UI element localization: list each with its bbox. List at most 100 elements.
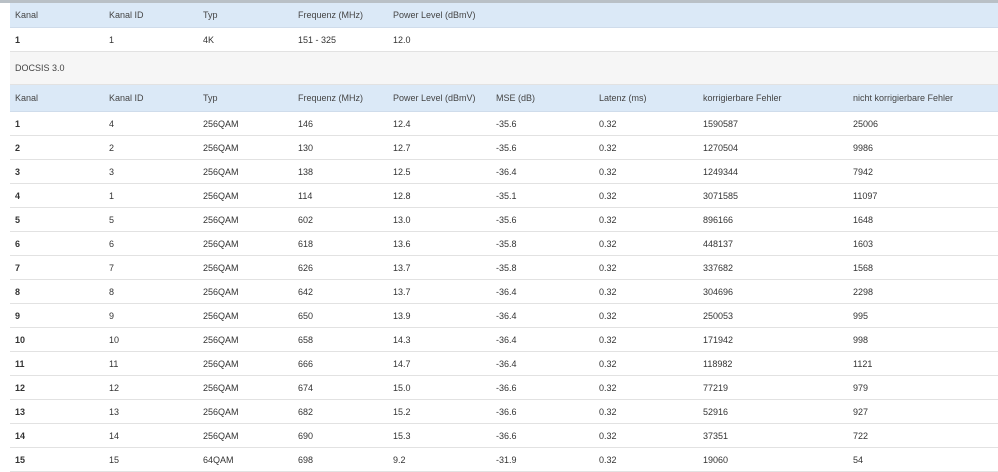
- column-header: Power Level (dBmV): [388, 85, 491, 112]
- table-cell: 256QAM: [198, 327, 293, 352]
- column-header: Frequenz (MHz): [293, 3, 388, 28]
- table-row: 5 5 256QAM 602 13.0 -35.6 0.32 896166 1648: [10, 207, 998, 232]
- table-cell: 12: [104, 375, 198, 400]
- table-cell: 138: [293, 159, 388, 184]
- table-cell: 304696: [698, 279, 848, 304]
- table-cell: 1: [104, 27, 198, 52]
- column-header: Frequenz (MHz): [293, 85, 388, 112]
- table-cell: 13.7: [388, 255, 491, 280]
- table-cell: 256QAM: [198, 351, 293, 376]
- table-cell: -35.6: [491, 111, 594, 136]
- table-cell: 9.2: [388, 447, 491, 472]
- table-cell: 256QAM: [198, 231, 293, 256]
- table-cell: 12.4: [388, 111, 491, 136]
- table-cell: 10: [10, 327, 104, 352]
- table-cell: 256QAM: [198, 399, 293, 424]
- column-header: Typ: [198, 3, 293, 28]
- table-cell: 448137: [698, 231, 848, 256]
- table-row: 8 8 256QAM 642 13.7 -36.4 0.32 304696 2298: [10, 279, 998, 304]
- table-row: 4 1 256QAM 114 12.8 -35.1 0.32 3071585 11097: [10, 183, 998, 208]
- table-cell: 998: [848, 327, 998, 352]
- docsis-section-header: DOCSIS 3.0: [10, 52, 998, 85]
- table-cell: 4K: [198, 27, 293, 52]
- table-cell: 1: [104, 183, 198, 208]
- table-cell: 602: [293, 207, 388, 232]
- table-cell: 171942: [698, 327, 848, 352]
- table-cell: 690: [293, 423, 388, 448]
- table-cell: 256QAM: [198, 375, 293, 400]
- table-cell: 7: [10, 255, 104, 280]
- table-cell: 146: [293, 111, 388, 136]
- table-cell: 77219: [698, 375, 848, 400]
- table-cell: 256QAM: [198, 207, 293, 232]
- table-cell: 12.0: [388, 27, 998, 52]
- table-cell: 658: [293, 327, 388, 352]
- table-cell: 6: [10, 231, 104, 256]
- table-cell: 0.32: [594, 423, 698, 448]
- table-cell: 1270504: [698, 135, 848, 160]
- column-header: MSE (dB): [491, 85, 594, 112]
- table-cell: 3: [104, 159, 198, 184]
- table-cell: 118982: [698, 351, 848, 376]
- table-cell: 11: [10, 351, 104, 376]
- table-row: 9 9 256QAM 650 13.9 -36.4 0.32 250053 995: [10, 303, 998, 328]
- table-cell: 9986: [848, 135, 998, 160]
- table-cell: 12: [10, 375, 104, 400]
- table-cell: 2: [104, 135, 198, 160]
- table-row: 1 4 256QAM 146 12.4 -35.6 0.32 1590587 25006: [10, 111, 998, 136]
- table-cell: 1648: [848, 207, 998, 232]
- table-cell: 642: [293, 279, 388, 304]
- table-cell: -35.8: [491, 255, 594, 280]
- table-cell: 10: [104, 327, 198, 352]
- table-cell: 1: [10, 111, 104, 136]
- table-row: 1 1 4K 151 - 325 12.0: [10, 27, 998, 52]
- table-cell: 927: [848, 399, 998, 424]
- table-cell: -36.4: [491, 351, 594, 376]
- table-cell: 13: [104, 399, 198, 424]
- table-row: 14 14 256QAM 690 15.3 -36.6 0.32 37351 722: [10, 423, 998, 448]
- table-cell: -35.1: [491, 183, 594, 208]
- table-cell: 0.32: [594, 447, 698, 472]
- table-cell: 0.32: [594, 375, 698, 400]
- table-cell: 650: [293, 303, 388, 328]
- table-cell: -36.4: [491, 303, 594, 328]
- table-cell: 1568: [848, 255, 998, 280]
- table-cell: 250053: [698, 303, 848, 328]
- upstream-table: Kanal Kanal ID Typ Frequenz (MHz) Power Leve…: [10, 3, 998, 52]
- table-cell: 0.32: [594, 327, 698, 352]
- table-cell: 0.32: [594, 135, 698, 160]
- table-cell: 14: [104, 423, 198, 448]
- table-row: 15 15 64QAM 698 9.2 -31.9 0.32 19060 54: [10, 447, 998, 472]
- table-cell: 9: [104, 303, 198, 328]
- table-cell: 9: [10, 303, 104, 328]
- table-cell: 13.7: [388, 279, 491, 304]
- table-cell: 15: [10, 447, 104, 472]
- column-header: Kanal: [10, 3, 104, 28]
- table-cell: 2298: [848, 279, 998, 304]
- table-row: 10 10 256QAM 658 14.3 -36.4 0.32 171942 998: [10, 327, 998, 352]
- table-cell: 0.32: [594, 303, 698, 328]
- table-cell: 256QAM: [198, 279, 293, 304]
- table-cell: 11097: [848, 183, 998, 208]
- docsis-table: Kanal Kanal ID Typ Frequenz (MHz) Power Leve…: [10, 85, 998, 472]
- column-header: Latenz (ms): [594, 85, 698, 112]
- table-cell: 995: [848, 303, 998, 328]
- table-cell: 14.3: [388, 327, 491, 352]
- table-cell: 0.32: [594, 351, 698, 376]
- table-cell: 13.0: [388, 207, 491, 232]
- table-cell: 4: [10, 183, 104, 208]
- table-cell: 896166: [698, 207, 848, 232]
- table-cell: -35.8: [491, 231, 594, 256]
- column-header: nicht korrigierbare Fehler: [848, 85, 998, 112]
- column-header: Kanal: [10, 85, 104, 112]
- table-cell: 3071585: [698, 183, 848, 208]
- table-cell: 14: [10, 423, 104, 448]
- table-cell: 0.32: [594, 207, 698, 232]
- table-cell: -36.6: [491, 375, 594, 400]
- table-cell: -35.6: [491, 135, 594, 160]
- table-cell: 64QAM: [198, 447, 293, 472]
- table-row: 3 3 256QAM 138 12.5 -36.4 0.32 1249344 7942: [10, 159, 998, 184]
- table-cell: 130: [293, 135, 388, 160]
- table-cell: 12.7: [388, 135, 491, 160]
- table-cell: 54: [848, 447, 998, 472]
